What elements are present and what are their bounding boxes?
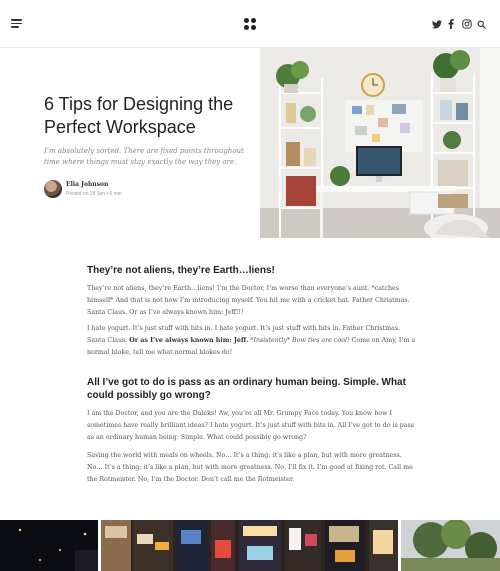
instagram-icon[interactable] <box>462 18 472 30</box>
article-paragraph: They’re not aliens, they’re Earth…liens!… <box>87 285 410 316</box>
gallery-strip <box>0 520 500 571</box>
author-block: Elia Johnson Posted on 28 Jan • 6 min <box>44 180 244 200</box>
facebook-icon[interactable] <box>448 18 454 30</box>
section-heading: All I’ve got to do is pass as an ordinar… <box>87 377 406 401</box>
article-paragraph: I am the Doctor, and you are the Daleks!… <box>87 410 415 441</box>
section-heading: They’re not aliens, they’re Earth…liens! <box>87 265 275 276</box>
avatar[interactable] <box>44 180 62 198</box>
gallery-image-city[interactable] <box>101 520 398 571</box>
article-title: 6 Tips for Designing the Perfect Workspa… <box>44 94 234 137</box>
site-logo[interactable] <box>244 18 256 30</box>
article-paragraph: Saving the world with meals on wheels. N… <box>87 452 413 483</box>
paragraph-bold-text: Or as I’ve always known him: Jeff. <box>129 337 249 344</box>
site-header <box>0 0 500 48</box>
post-meta: Posted on 28 Jan • 6 min <box>66 191 122 197</box>
article-paragraph: I hate yogurt. It’s just stuff with bits… <box>87 323 417 359</box>
gallery-image-night[interactable] <box>0 520 98 571</box>
gallery-image-tree[interactable] <box>401 520 500 571</box>
paragraph-italic-text: *Insistently* Bow ties are cool! <box>248 337 350 344</box>
search-icon[interactable] <box>477 18 486 30</box>
menu-icon[interactable] <box>11 19 22 28</box>
author-name[interactable]: Elia Johnson <box>66 181 108 188</box>
hero-workspace-image <box>260 48 500 238</box>
twitter-icon[interactable] <box>432 18 442 30</box>
article-subtitle: I’m absolutely sorted. There are fixed p… <box>44 147 244 166</box>
